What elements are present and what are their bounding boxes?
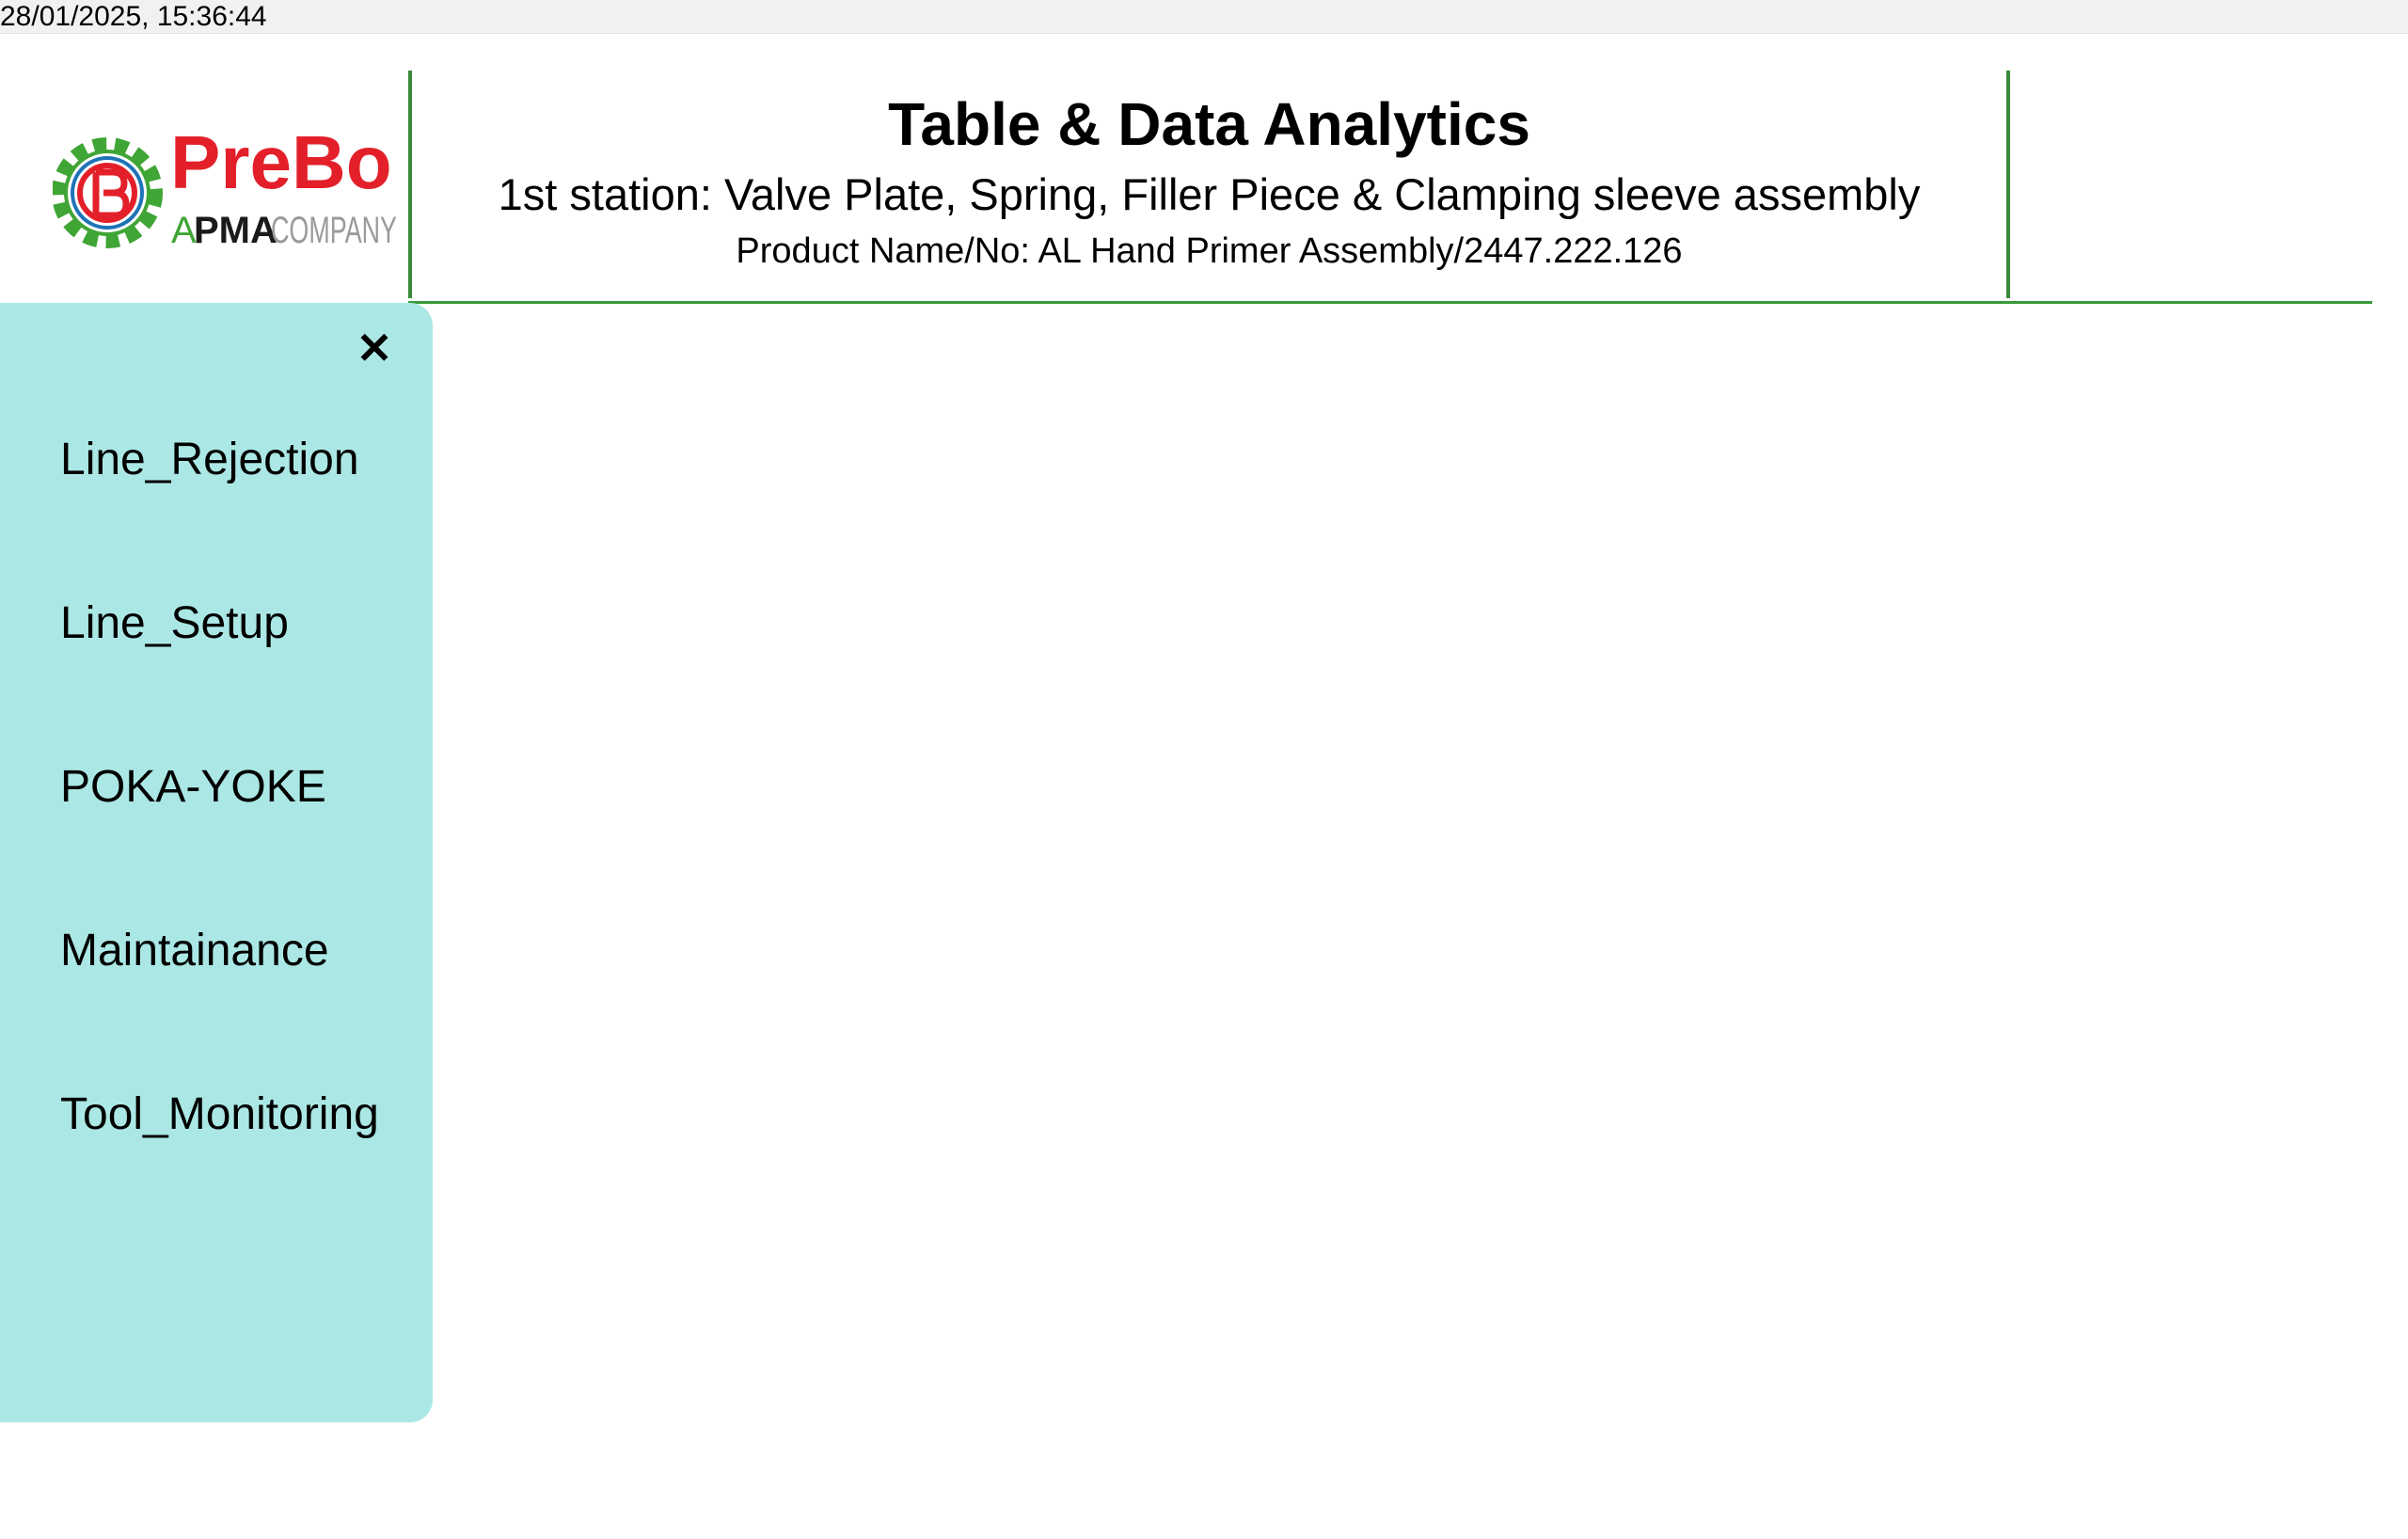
header-right-divider <box>2006 71 2010 298</box>
page-header: Table & Data Analytics 1st station: Valv… <box>412 83 2006 278</box>
logo-tagline-pma: PMA <box>194 210 277 251</box>
sidebar-item-poka-yoke[interactable]: POKA-YOKE <box>60 754 326 820</box>
sidebar-item-line-setup[interactable]: Line_Setup <box>60 591 289 657</box>
close-icon[interactable]: ✕ <box>350 324 399 373</box>
prebo-logo-icon: PreBo A PMA COMPANY <box>53 120 397 251</box>
sidebar-item-tool-monitoring[interactable]: Tool_Monitoring <box>60 1082 379 1148</box>
browser-top-bar: 28/01/2025, 15:36:44 <box>0 0 2408 34</box>
timestamp: 28/01/2025, 15:36:44 <box>0 1 267 32</box>
logo-brand-text: PreBo <box>170 120 392 204</box>
logo-tagline-a: A <box>171 210 197 251</box>
prebo-logo: PreBo A PMA COMPANY <box>53 105 401 284</box>
sidebar-menu: ✕ Line_Rejection Line_Setup POKA-YOKE Ma… <box>0 303 433 1422</box>
logo-tagline-company: COMPANY <box>271 210 397 251</box>
sidebar-item-maintainance[interactable]: Maintainance <box>60 918 329 984</box>
product-info: Product Name/No: AL Hand Primer Assembly… <box>736 231 1683 271</box>
station-subtitle: 1st station: Valve Plate, Spring, Filler… <box>498 169 1921 219</box>
sidebar-item-line-rejection[interactable]: Line_Rejection <box>60 427 359 493</box>
page-title: Table & Data Analytics <box>888 90 1530 158</box>
header-bottom-divider <box>408 301 2372 304</box>
